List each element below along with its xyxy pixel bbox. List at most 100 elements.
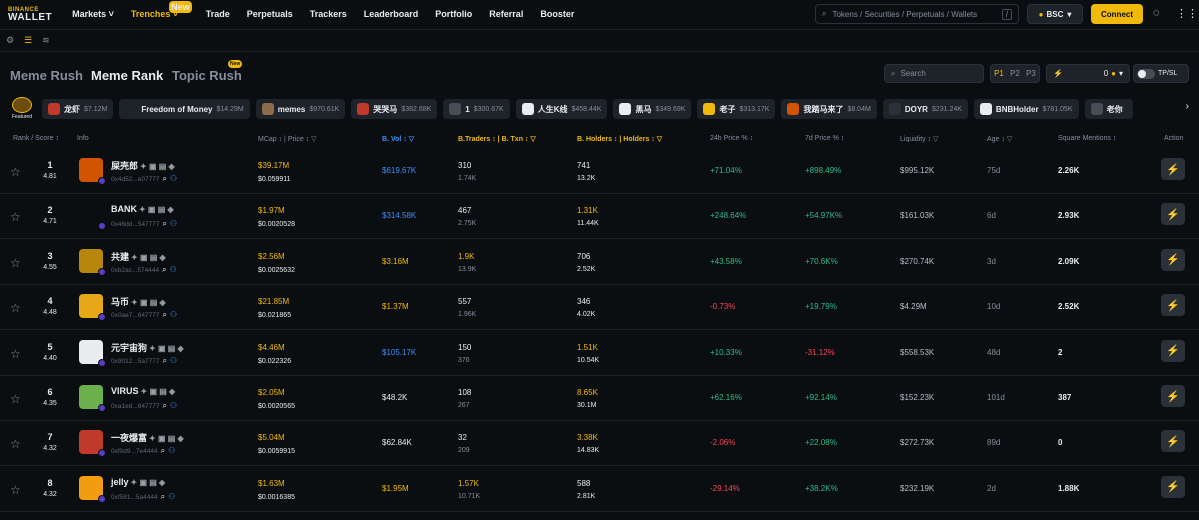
token-address[interactable]: 0xf0d9...7e4444	[111, 448, 158, 455]
quick-buy-button[interactable]: ⚡	[1161, 339, 1185, 362]
token-name[interactable]: 共建	[111, 252, 129, 262]
nav-item[interactable]: Trade	[206, 9, 230, 21]
preset-p1[interactable]: P1	[994, 69, 1004, 78]
token-address[interactable]: 0xa1ed...647777	[111, 403, 159, 410]
quick-buy-amount[interactable]: ⚡ 0 ● ▾	[1046, 64, 1130, 83]
user-icon[interactable]: ⚇	[168, 446, 175, 455]
star-icon[interactable]: ☆	[10, 256, 21, 270]
user-icon[interactable]: ⚇	[168, 492, 175, 501]
topic-chip[interactable]: 我踏马来了 $8.04M	[781, 99, 877, 119]
user-icon[interactable]: ⚇	[170, 310, 177, 319]
search-icon[interactable]: ⌕	[161, 492, 165, 501]
token-avatar[interactable]	[79, 203, 106, 231]
star-icon[interactable]: ☆	[10, 392, 21, 406]
token-name[interactable]: 马币	[111, 297, 129, 307]
tab-topic-rush[interactable]: Topic Rush	[172, 68, 242, 83]
filter-icon[interactable]: ☰	[24, 35, 32, 46]
quick-buy-button[interactable]: ⚡	[1161, 158, 1185, 180]
tpsl-toggle[interactable]: TP/SL	[1133, 64, 1189, 83]
header-24h-price[interactable]: 24h Price % ↕	[710, 135, 753, 142]
nav-item[interactable]: Leaderboard	[364, 9, 419, 21]
preset-p3[interactable]: P3	[1026, 69, 1036, 78]
search-icon[interactable]: ⌕	[162, 219, 166, 228]
table-row[interactable]: ☆ 2 4.71 BANK ✦ ▣ ▤ ◈ 0x46dd...547777 ⌕ ⚇ $1.97M…	[0, 194, 1199, 240]
tab-meme-rush[interactable]: Meme Rush	[10, 68, 83, 83]
nav-item[interactable]: Perpetuals	[247, 9, 293, 21]
nav-item[interactable]: Markets ˅	[72, 9, 114, 21]
star-icon[interactable]: ☆	[10, 301, 21, 315]
table-row[interactable]: ☆ 1 4.81 屎壳郎 ✦ ▣ ▤ ◈ 0x4d52...e07777 ⌕ ⚇ $39.17M…	[0, 149, 1199, 194]
quick-buy-button[interactable]: ⚡	[1161, 294, 1185, 317]
header-7d-price[interactable]: 7d Price % ↕	[805, 135, 844, 142]
token-address[interactable]: 0x4d52...e07777	[111, 176, 159, 183]
header-rank[interactable]: Rank / Score ↕	[13, 135, 59, 142]
header-liquidity[interactable]: Liquidity ↕ ▽	[900, 135, 938, 143]
topic-chip[interactable]: 老你	[1084, 99, 1133, 119]
settings-icon[interactable]: ⚙	[6, 35, 14, 46]
token-avatar[interactable]	[79, 158, 106, 185]
star-icon[interactable]: ☆	[10, 347, 21, 361]
topic-chip[interactable]: 哭哭马 $382.68K	[351, 99, 438, 119]
topic-chip[interactable]: 老子 $313.17K	[697, 99, 776, 119]
star-icon[interactable]: ☆	[10, 165, 21, 179]
topic-chip[interactable]: 龙虾 $7.12M	[42, 99, 114, 119]
preset-p2[interactable]: P2	[1010, 69, 1020, 78]
search-icon[interactable]: ⌕	[162, 401, 166, 410]
search-icon[interactable]: ⌕	[162, 310, 166, 319]
table-row[interactable]: ☆ 8 4.32 jelly ✦ ▣ ▤ ◈ 0xf581...5a4444 ⌕ ⚇ $1.63…	[0, 467, 1199, 512]
token-avatar[interactable]	[79, 430, 106, 458]
table-row[interactable]: ☆ 4 4.48 马币 ✦ ▣ ▤ ◈ 0x0ae7...647777 ⌕ ⚇ $21.85M $…	[0, 285, 1199, 331]
grid-menu-icon[interactable]: ⋮⋮	[1176, 7, 1198, 20]
token-avatar[interactable]	[79, 294, 106, 322]
chevron-right-icon[interactable]: ›	[1183, 101, 1191, 112]
topic-chip[interactable]: DOYR $231.24K	[882, 99, 968, 119]
user-icon[interactable]: ⚇	[170, 356, 177, 365]
global-search-input[interactable]: ⌕ Tokens / Securities / Perpetuals / Wall…	[815, 4, 1019, 24]
token-avatar[interactable]	[79, 385, 106, 412]
featured-topic[interactable]: Featured	[8, 97, 36, 121]
quick-buy-button[interactable]: ⚡	[1161, 203, 1185, 226]
header-square-mentions[interactable]: Square Mentions ↕	[1058, 135, 1116, 142]
star-icon[interactable]: ☆	[10, 483, 21, 497]
nav-item[interactable]: Booster	[540, 9, 574, 21]
lightbulb-icon[interactable]: ◌	[1153, 7, 1160, 19]
search-input[interactable]: ⌕ Search	[884, 64, 984, 83]
token-address[interactable]: 0x0ae7...647777	[111, 312, 159, 319]
star-icon[interactable]: ☆	[10, 210, 21, 224]
tab-meme-rank[interactable]: Meme Rank	[91, 68, 163, 83]
token-avatar[interactable]	[79, 475, 106, 503]
search-icon[interactable]: ⌕	[161, 446, 165, 455]
header-holders[interactable]: B. Holders ↕ | Holders ↕ ▽	[577, 135, 662, 143]
connect-button[interactable]: Connect	[1091, 4, 1143, 24]
quick-buy-button[interactable]: ⚡	[1161, 430, 1185, 453]
token-avatar[interactable]	[79, 339, 106, 367]
header-volume[interactable]: B. Vol ↕ ▽	[382, 135, 414, 143]
search-icon[interactable]: ⌕	[162, 174, 166, 183]
binance-wallet-logo[interactable]: BINANCE WALLET	[8, 7, 52, 23]
nav-item[interactable]: Portfolio	[435, 9, 472, 21]
user-icon[interactable]: ⚇	[170, 174, 177, 183]
quick-buy-button[interactable]: ⚡	[1161, 248, 1185, 271]
topic-chip[interactable]: 黑马 $349.69K	[613, 99, 692, 119]
nav-item[interactable]: Trackers	[310, 9, 347, 21]
token-name[interactable]: VIRUS	[111, 386, 139, 396]
toggle-switch[interactable]	[1137, 68, 1155, 79]
topic-chip[interactable]: 1 $300.67K	[443, 99, 510, 119]
header-traders[interactable]: B.Traders ↕ | B. Txn ↕ ▽	[458, 135, 536, 143]
token-avatar[interactable]	[79, 248, 106, 276]
token-address[interactable]: 0xb2ac...574444	[111, 267, 159, 274]
user-icon[interactable]: ⚇	[170, 401, 177, 410]
token-address[interactable]: 0x9012...5a7777	[111, 358, 159, 365]
topic-chip[interactable]: Freedom of Money $14.29M	[119, 99, 250, 119]
quick-buy-button[interactable]: ⚡	[1161, 475, 1185, 498]
topic-chip[interactable]: memes $970.61K	[255, 99, 346, 119]
token-name[interactable]: 一夜爆富	[111, 433, 147, 443]
sliders-icon[interactable]: ≋	[42, 35, 50, 46]
token-address[interactable]: 0x46dd...547777	[111, 221, 159, 228]
header-mcap[interactable]: MCap ↕ | Price ↕ ▽	[258, 135, 317, 143]
token-name[interactable]: 屎壳郎	[111, 161, 138, 171]
table-row[interactable]: ☆ 3 4.55 共建 ✦ ▣ ▤ ◈ 0xb2ac...574444 ⌕ ⚇ $2.56M $0…	[0, 240, 1199, 285]
topic-chip[interactable]: BNBHolder $781.05K	[973, 99, 1079, 119]
nav-item[interactable]: Referral	[489, 9, 523, 21]
topic-chip[interactable]: 人生K线 $458.44K	[515, 99, 608, 119]
